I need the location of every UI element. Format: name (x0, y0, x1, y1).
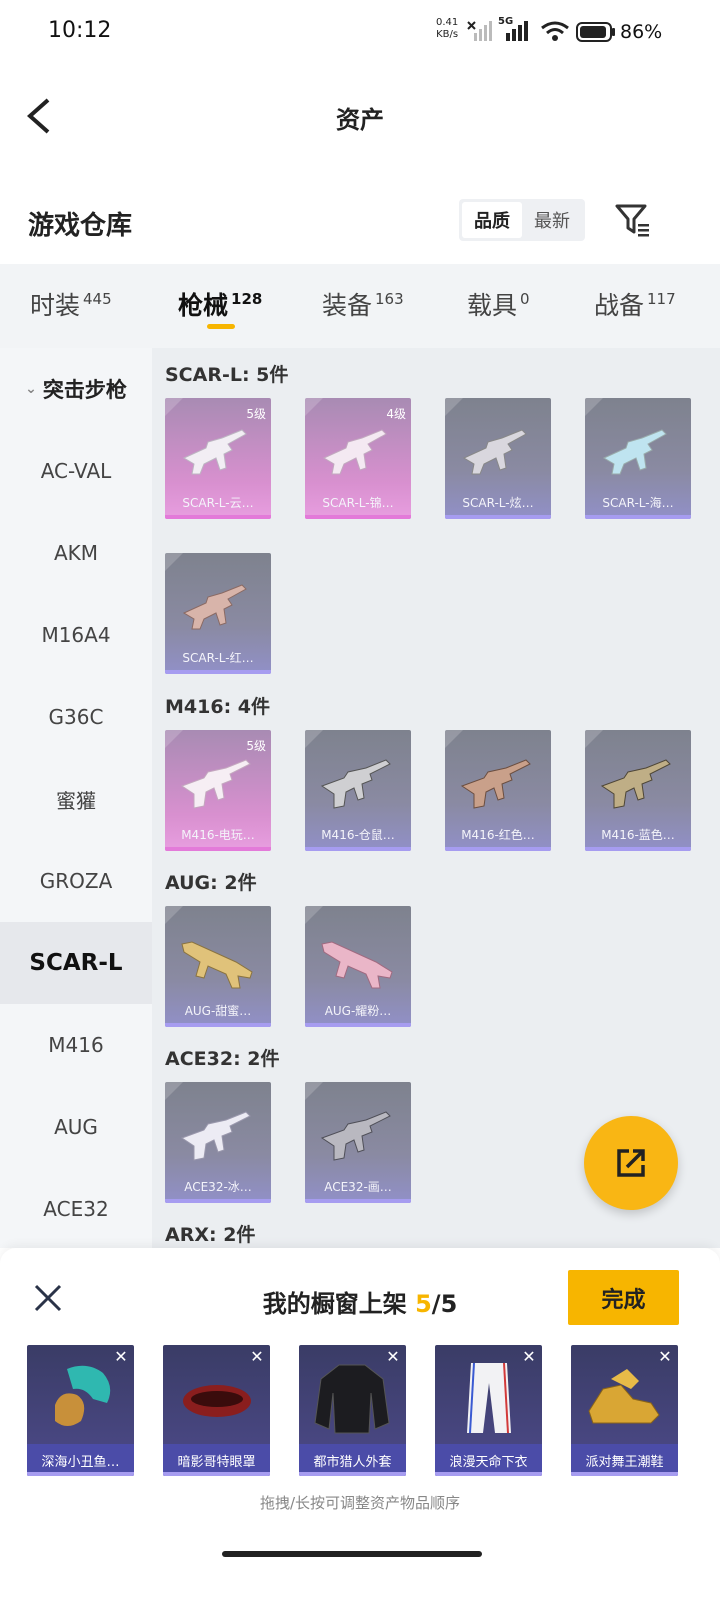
tab-vehicles[interactable]: 载具 0 (467, 286, 530, 326)
rifle-icon (180, 759, 251, 809)
network-speed: 0.41 KB/s (436, 17, 459, 40)
active-tab-indicator (207, 324, 235, 329)
jacket-icon (314, 1364, 390, 1434)
group-title-arx: ARX: 2件 (165, 1224, 256, 1246)
rifle-icon (460, 759, 531, 809)
wifi-icon (541, 21, 569, 41)
sidebar-item-akm[interactable]: AKM (0, 512, 152, 594)
sort-option-quality[interactable]: 品质 (462, 202, 522, 238)
pants-icon (467, 1363, 511, 1433)
battery-icon (576, 22, 615, 42)
sneakers-icon (588, 1369, 660, 1424)
weapon-card[interactable]: SCAR-L-炫… (445, 398, 551, 519)
showcase-item[interactable]: ✕ 深海小丑鱼… (27, 1345, 134, 1476)
tab-weapons[interactable]: 枪械 128 (178, 286, 262, 326)
showcase-item[interactable]: ✕ 暗影哥特眼罩 (163, 1345, 270, 1476)
sidebar-item-m416[interactable]: M416 (0, 1004, 152, 1086)
rifle-icon (600, 759, 671, 809)
sidebar-item-honey-badger[interactable]: 蜜獾 (0, 758, 152, 840)
rifle-icon (320, 759, 391, 809)
rifle-icon (182, 429, 247, 475)
showcase-item[interactable]: ✕ 都市猎人外套 (299, 1345, 406, 1476)
weapon-card[interactable]: 5级 SCAR-L-云… (165, 398, 271, 519)
weapon-card[interactable]: 4级 SCAR-L-锦… (305, 398, 411, 519)
section-title: 游戏仓库 (28, 211, 133, 241)
rifle-icon (321, 941, 393, 989)
sort-option-newest[interactable]: 最新 (522, 202, 582, 238)
weapon-card[interactable]: M416-红色… (445, 730, 551, 851)
rifle-icon (322, 429, 387, 475)
weapon-card[interactable]: AUG-甜蜜… (165, 906, 271, 1027)
sort-toggle: 品质 最新 (459, 199, 585, 241)
category-tabs: 时装 445 枪械 128 装备 163 载具 0 战备 117 (0, 264, 720, 348)
sidebar-category-assault-rifle[interactable]: ⌄ 突击步枪 (0, 348, 152, 430)
remove-icon[interactable]: ✕ (248, 1348, 266, 1366)
rifle-icon (181, 941, 253, 989)
sidebar-item-m16a4[interactable]: M16A4 (0, 594, 152, 676)
sidebar-item-groza[interactable]: GROZA (0, 840, 152, 922)
weapon-card[interactable]: ACE32-冰… (165, 1082, 271, 1203)
group-title-ace32: ACE32: 2件 (165, 1048, 280, 1070)
showcase-item[interactable]: ✕ 派对舞王潮鞋 (571, 1345, 678, 1476)
rifle-icon (320, 1111, 391, 1161)
tab-equipment[interactable]: 装备 163 (322, 286, 404, 326)
remove-icon[interactable]: ✕ (520, 1348, 538, 1366)
remove-icon[interactable]: ✕ (656, 1348, 674, 1366)
weapon-card[interactable]: 5级 M416-电玩… (165, 730, 271, 851)
eye-mask-icon (183, 1385, 251, 1417)
share-button[interactable] (584, 1116, 678, 1210)
weapon-card[interactable]: M416-仓鼠… (305, 730, 411, 851)
showcase-count: 5 (415, 1290, 432, 1318)
sidebar-item-aug[interactable]: AUG (0, 1086, 152, 1168)
sidebar-item-scar-l[interactable]: SCAR-L (0, 922, 152, 1004)
group-title-scar-l: SCAR-L: 5件 (165, 364, 289, 386)
cellular-signal-icon (506, 21, 528, 41)
tab-fashion[interactable]: 时装 445 (30, 286, 112, 326)
home-indicator[interactable] (222, 1551, 482, 1557)
weapon-card[interactable]: AUG-耀粉… (305, 906, 411, 1027)
group-title-aug: AUG: 2件 (165, 872, 257, 894)
done-button[interactable]: 完成 (568, 1270, 679, 1325)
rifle-icon (180, 1111, 251, 1161)
status-bar: 10:12 0.41 KB/s 5G 86% (0, 0, 720, 66)
weapon-sidebar: ⌄ 突击步枪 AC-VAL AKM M16A4 G36C 蜜獾 GROZA SCA… (0, 348, 152, 1248)
sidebar-item-ac-val[interactable]: AC-VAL (0, 430, 152, 512)
group-title-m416: M416: 4件 (165, 696, 271, 718)
remove-icon[interactable]: ✕ (384, 1348, 402, 1366)
filter-icon (615, 204, 649, 237)
showcase-item[interactable]: ✕ 浪漫天命下衣 (435, 1345, 542, 1476)
sidebar-item-g36c[interactable]: G36C (0, 676, 152, 758)
sidebar-item-ace32[interactable]: ACE32 (0, 1168, 152, 1250)
tab-supplies[interactable]: 战备 117 (594, 286, 676, 326)
page-title: 资产 (336, 106, 384, 134)
weapon-card[interactable]: SCAR-L-海… (585, 398, 691, 519)
wig-icon (55, 1365, 111, 1426)
weapon-grid: SCAR-L: 5件 5级 SCAR-L-云… 4级 SCAR-L-锦… SCAR-… (152, 348, 720, 1248)
rifle-icon (462, 429, 527, 475)
showcase-hint: 拖拽/长按可调整资产物品顺序 (259, 1494, 461, 1512)
weapon-card[interactable]: M416-蓝色… (585, 730, 691, 851)
rifle-icon (182, 584, 247, 630)
filter-button[interactable] (612, 200, 656, 240)
weapon-card[interactable]: ACE32-画… (305, 1082, 411, 1203)
weapon-card[interactable]: SCAR-L-红… (165, 553, 271, 674)
rifle-icon (602, 429, 667, 475)
chevron-down-icon: ⌄ (25, 381, 37, 397)
remove-icon[interactable]: ✕ (112, 1348, 130, 1366)
status-time: 10:12 (48, 18, 112, 43)
battery-percent: 86% (620, 21, 663, 43)
no-sim-signal-icon (467, 21, 492, 41)
share-external-icon (617, 1149, 645, 1177)
